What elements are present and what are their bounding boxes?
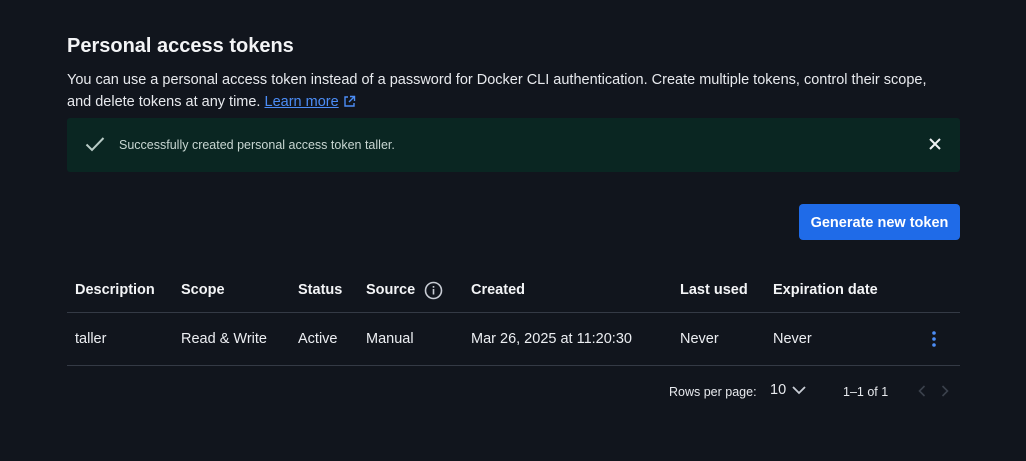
table-header-row: Description Scope Status Source Created … [67, 268, 960, 313]
rows-per-page-label: Rows per page: [669, 385, 757, 399]
chevron-down-icon[interactable] [792, 385, 806, 395]
info-icon[interactable] [424, 281, 443, 300]
learn-more-link[interactable]: Learn more [265, 94, 339, 110]
alert-message: Successfully created personal access tok… [119, 138, 395, 152]
success-alert: Successfully created personal access tok… [67, 118, 960, 172]
cell-created: Mar 26, 2025 at 11:20:30 [471, 331, 632, 347]
header-status[interactable]: Status [298, 268, 342, 312]
chevron-right-icon[interactable] [941, 385, 949, 397]
header-created[interactable]: Created [471, 268, 525, 312]
cell-last-used: Never [680, 331, 719, 347]
description-text: You can use a personal access token inst… [67, 72, 927, 110]
external-link-icon[interactable] [343, 95, 356, 108]
header-last-used[interactable]: Last used [680, 268, 748, 312]
chevron-left-icon[interactable] [918, 385, 926, 397]
page-range: 1–1 of 1 [843, 385, 889, 399]
page-description: You can use a personal access token inst… [67, 69, 947, 113]
cell-description: taller [75, 331, 107, 347]
header-description[interactable]: Description [75, 268, 155, 312]
header-expiration-date[interactable]: Expiration date [773, 268, 878, 312]
row-actions-menu-icon[interactable] [931, 313, 937, 365]
rows-per-page-select[interactable]: 10 [770, 382, 806, 398]
tokens-table: Description Scope Status Source Created … [67, 268, 960, 366]
header-source: Source [366, 268, 443, 312]
cell-source: Manual [366, 331, 414, 347]
header-source-label[interactable]: Source [366, 282, 415, 298]
check-icon [85, 137, 105, 152]
cell-status: Active [298, 331, 338, 347]
cell-expiration: Never [773, 331, 812, 347]
header-scope[interactable]: Scope [181, 268, 225, 312]
page-title: Personal access tokens [67, 35, 294, 57]
pagination: Rows per page: 10 1–1 of 1 [0, 381, 1026, 403]
generate-new-token-button[interactable]: Generate new token [799, 204, 960, 240]
rows-per-page-value[interactable]: 10 [770, 382, 786, 398]
close-icon[interactable] [928, 137, 942, 151]
table-row[interactable]: taller Read & Write Active Manual Mar 26… [67, 313, 960, 366]
cell-scope: Read & Write [181, 331, 267, 347]
